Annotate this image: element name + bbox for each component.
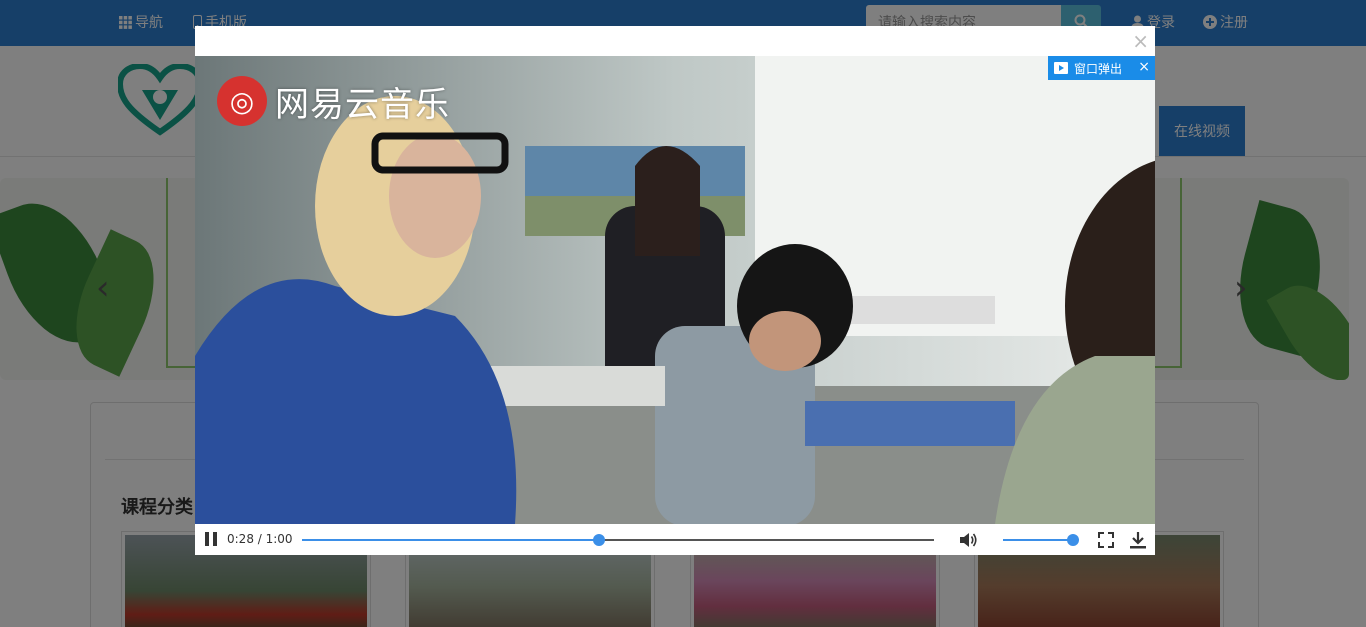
netease-music-logo-icon: ◎ (217, 76, 267, 126)
video-frame[interactable]: ◎ 网易云音乐 窗口弹出 × (195, 56, 1155, 524)
popout-window-button[interactable]: 窗口弹出 × (1048, 56, 1155, 80)
video-scene (195, 56, 1155, 524)
volume-handle[interactable] (1067, 534, 1079, 546)
volume-fill (1003, 539, 1073, 541)
volume-icon[interactable] (958, 530, 978, 550)
fullscreen-icon[interactable] (1096, 530, 1116, 550)
progress-fill (302, 539, 599, 541)
popout-label: 窗口弹出 (1074, 61, 1123, 76)
watermark: ◎ 网易云音乐 (217, 76, 450, 126)
progress-handle[interactable] (593, 534, 605, 546)
pause-icon[interactable] (205, 532, 217, 546)
watermark-text: 网易云音乐 (275, 84, 450, 125)
popout-close-icon[interactable]: × (1138, 59, 1150, 75)
play-icon (1054, 62, 1068, 74)
video-modal: × ◎ 网易云音乐 窗口弹出 × 0:28 / 1:00 (195, 26, 1155, 555)
download-icon[interactable] (1128, 530, 1148, 550)
video-controls: 0:28 / 1:00 (195, 524, 1155, 555)
time-display: 0:28 / 1:00 (227, 532, 293, 546)
volume-slider[interactable] (1003, 534, 1079, 546)
modal-close-button[interactable]: × (1132, 30, 1149, 52)
progress-bar[interactable] (302, 534, 934, 546)
